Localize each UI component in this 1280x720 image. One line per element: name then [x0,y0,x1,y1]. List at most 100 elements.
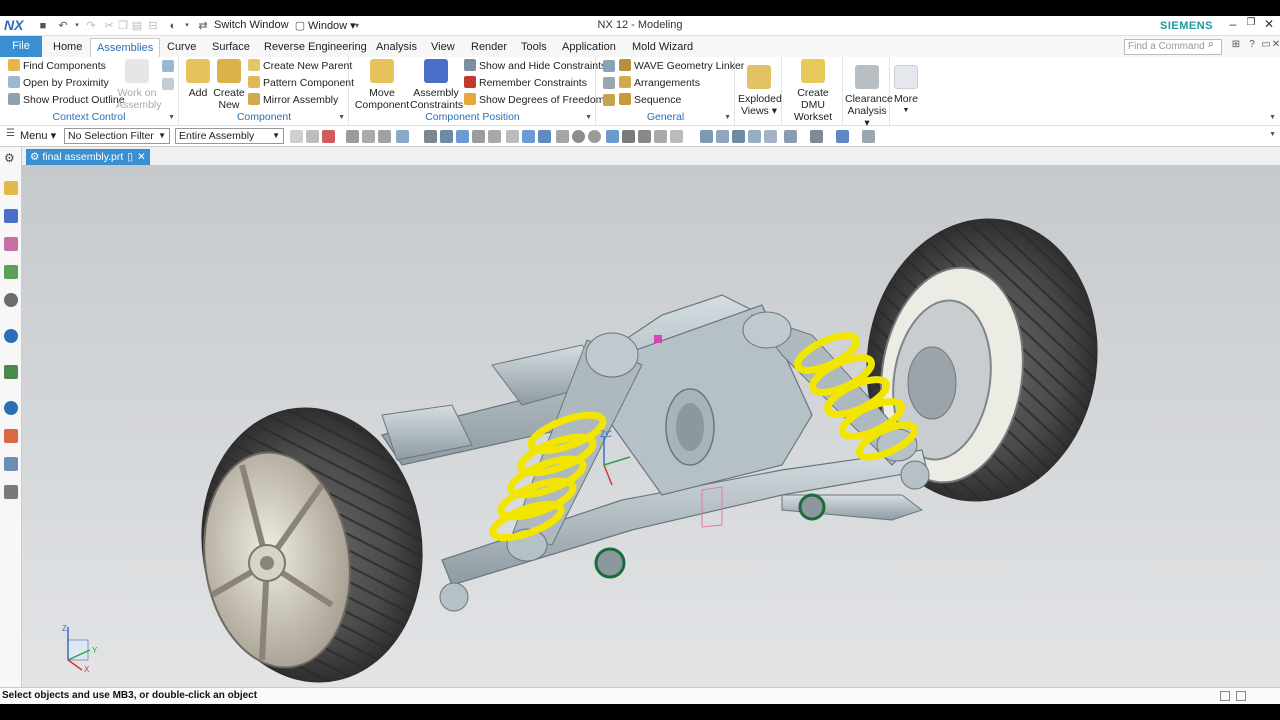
ribbon-options-icon[interactable]: ⊞ [1230,39,1242,53]
status-icon-1[interactable] [1220,691,1230,701]
follow-fillet-icon[interactable] [506,130,519,143]
create-new-parent-button[interactable]: Create New Parent [248,58,352,74]
save-icon[interactable]: ■ [36,19,50,33]
process-studio-icon[interactable] [4,457,18,471]
history-icon[interactable] [4,365,18,379]
paste-icon[interactable]: ▤ [130,19,144,33]
part-navigator-icon[interactable] [4,237,18,251]
reuse-library-icon[interactable] [4,265,18,279]
more-button[interactable]: More ▼ [893,65,919,117]
fit-view-icon[interactable] [700,130,713,143]
toolbar-overflow-icon[interactable]: ▼ [1269,131,1276,138]
close-tab-icon[interactable]: ✕ [137,151,146,163]
orient-view-icon[interactable] [764,130,777,143]
touch-mode-icon[interactable]: ◐ [166,19,180,33]
minimize-button[interactable]: – [1224,17,1242,33]
hd3d-tools-icon[interactable] [4,293,18,307]
snap-control-icon[interactable] [556,130,569,143]
feature-select-icon[interactable] [456,130,469,143]
snap-center-icon[interactable] [572,130,585,143]
help-icon[interactable]: ? [1246,39,1258,53]
create-new-button[interactable]: Create New [212,59,246,111]
web-browser-icon[interactable] [4,329,18,343]
constraint-navigator-icon[interactable] [4,209,18,223]
sequence-button[interactable]: Sequence [619,92,681,108]
switch-window-button[interactable]: Switch Window [214,19,289,31]
roles-icon[interactable] [4,485,18,499]
snap-quadrant-icon[interactable] [588,130,601,143]
open-by-proximity-button[interactable]: Open by Proximity [8,75,109,91]
general-dropdown-icon[interactable]: ▼ [724,114,731,121]
tab-tools[interactable]: Tools [515,38,553,57]
pattern-component-button[interactable]: Pattern Component [248,75,354,91]
tab-application[interactable]: Application [556,38,622,57]
settings-icon[interactable]: ⚙ [4,151,18,165]
suspension-assembly-model[interactable]: ZC Z Y X [22,165,1280,687]
tab-analysis[interactable]: Analysis [370,38,423,57]
work-on-assembly-button[interactable]: Work on Assembly [116,59,162,111]
assembly-navigator-icon[interactable] [4,181,18,195]
switch-window-icon[interactable]: ⇄ [196,19,210,33]
general-icon-3[interactable] [603,94,615,106]
arrangements-button[interactable]: Arrangements [619,75,700,91]
select-all-icon[interactable] [362,130,375,143]
document-tab[interactable]: ⚙ final assembly.prt ▯ ✕ [26,149,150,165]
snap-on-curve-icon[interactable] [622,130,635,143]
system-materials-icon[interactable] [4,429,18,443]
graphics-viewport[interactable]: ZC Z Y X [22,165,1280,687]
add-component-button[interactable]: Add [184,59,212,99]
exploded-views-button[interactable]: Exploded Views ▾ [738,65,782,117]
stop-at-intersection-icon[interactable] [488,130,501,143]
remember-constraints-button[interactable]: Remember Constraints [464,75,587,91]
show-degrees-of-freedom-button[interactable]: Show Degrees of Freedom [464,92,604,108]
tab-curve[interactable]: Curve [161,38,202,57]
general-filter-icon[interactable] [306,130,319,143]
show-product-outline-button[interactable]: Show Product Outline [8,92,125,108]
general-icon-1[interactable] [603,60,615,72]
find-components-button[interactable]: Find Components [8,58,106,74]
touch-mode-dropdown-icon[interactable]: ▾ [180,19,194,33]
tab-home[interactable]: Home [47,38,88,57]
undo-dropdown-icon[interactable]: ▾ [70,19,84,33]
face-rule-icon[interactable] [424,130,437,143]
tab-render[interactable]: Render [465,38,513,57]
cut-icon[interactable]: ✂ [102,19,116,33]
component-position-dropdown-icon[interactable]: ▼ [585,114,592,121]
restore-button[interactable]: ❐ [1242,17,1260,33]
tab-file[interactable]: File [0,36,42,57]
context-control-dropdown-icon[interactable]: ▼ [168,114,175,121]
window-menu[interactable]: Window ▾ [308,19,356,32]
quick-access-customize-icon[interactable]: ▾ [350,19,364,33]
rotate-icon[interactable] [732,130,745,143]
wave-geometry-linker-button[interactable]: WAVE Geometry Linker [619,58,744,74]
snap-on-face-icon[interactable] [638,130,651,143]
clearance-analysis-button[interactable]: Clearance Analysis ▾ [845,65,893,129]
context-extra-icon-2[interactable] [162,78,174,90]
invert-selection-icon[interactable] [378,130,391,143]
tab-reverse-engineering[interactable]: Reverse Engineering [258,38,373,57]
tab-assemblies[interactable]: Assemblies [90,38,161,57]
snap-endpoint-icon[interactable] [522,130,535,143]
copy-icon[interactable]: ❐ [116,19,130,33]
edit-section-icon[interactable] [810,130,823,143]
snap-point-icon[interactable] [606,130,619,143]
component-dropdown-icon[interactable]: ▼ [338,114,345,121]
selection-scope-select[interactable]: Entire Assembly ▼ [175,128,284,144]
create-dmu-workset-button[interactable]: Create DMU Workset [785,59,841,123]
undo-icon[interactable]: ↶ [56,19,70,33]
general-icon-2[interactable] [603,77,615,89]
ribbon-collapse-icon[interactable]: ▼ [1269,114,1276,121]
close-button[interactable]: ✕ [1260,17,1278,33]
pin-icon[interactable]: ▯ [127,151,133,163]
snap-midpoint-icon[interactable] [538,130,551,143]
tab-mold-wizard[interactable]: Mold Wizard [626,38,699,57]
tab-surface[interactable]: Surface [206,38,256,57]
reset-filter-icon[interactable] [346,130,359,143]
body-select-icon[interactable] [440,130,453,143]
show-hide-constraints-button[interactable]: Show and Hide Constraints [464,58,606,74]
snap-tangent-icon[interactable] [670,130,683,143]
filter-icon[interactable] [290,130,303,143]
work-layer-icon[interactable] [862,130,875,143]
type-filter-icon[interactable] [322,130,335,143]
menu-button[interactable]: Menu ▾ [20,129,56,142]
